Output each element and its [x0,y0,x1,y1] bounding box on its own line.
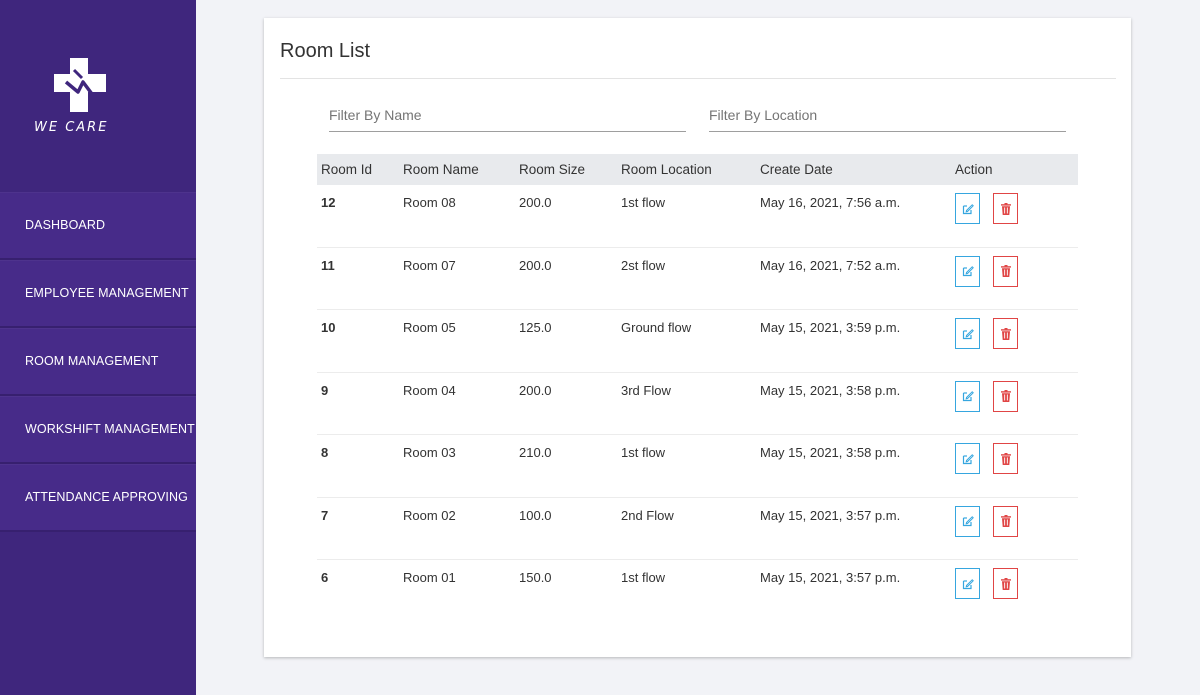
header-room-size: Room Size [519,162,586,177]
cell-room-id: 10 [321,320,336,335]
cell-room-size: 200.0 [519,382,552,398]
cell-room-size: 200.0 [519,257,552,273]
title-divider [280,78,1116,79]
cell-room-name: Room 08 [403,195,456,210]
filter-by-location-input[interactable] [709,104,1066,132]
room-list-card: Room List Room Id Room Name Room Size Ro… [264,18,1131,657]
table-row: 7 Room 02 100.0 2nd Flow May 15, 2021, 3… [317,498,1078,560]
header-action: Action [955,162,993,177]
table-row: 11 Room 07 200.0 2st flow May 16, 2021, … [317,248,1078,310]
table-row: 10 Room 05 125.0 Ground flow May 15, 202… [317,310,1078,373]
room-table: Room Id Room Name Room Size Room Locatio… [317,154,1078,623]
sidebar-item-dashboard[interactable]: DASHBOARD [0,192,196,260]
edit-icon [962,516,974,527]
cell-room-location: Ground flow [621,320,692,335]
cell-room-id: 7 [321,507,329,523]
cell-room-size: 210.0 [519,445,552,460]
edit-button[interactable] [955,568,980,599]
table-row: 6 Room 01 150.0 1st flow May 15, 2021, 3… [317,560,1078,623]
cell-room-id: 9 [321,382,329,398]
cell-room-id: 12 [321,195,336,210]
brand-name: WE CARE [34,120,109,135]
trash-icon [1000,202,1011,215]
cell-room-location: 1st flow [621,445,666,460]
sidebar-item-label: DASHBOARD [25,218,106,232]
delete-button[interactable] [993,255,1018,287]
sidebar-item-room-management[interactable]: ROOM MANAGEMENT [0,328,196,396]
table-row: 12 Room 08 200.0 1st flow May 16, 2021, … [317,185,1078,248]
edit-button[interactable] [955,505,980,537]
cell-create-date: May 16, 2021, 7:56 a.m. [760,195,901,210]
table-row: 8 Room 03 210.0 1st flow May 15, 2021, 3… [317,435,1078,498]
header-room-name: Room Name [403,162,479,177]
table-body: 12 Room 08 200.0 1st flow May 16, 2021, … [317,185,1078,623]
cell-room-size: 100.0 [519,507,552,523]
page-title: Room List [280,40,371,62]
edit-icon [962,266,974,277]
cell-room-name: Room 04 [403,382,456,398]
cell-room-location: 1st flow [621,570,666,585]
cell-room-location: 2st flow [621,257,666,273]
trash-icon [1000,577,1011,590]
edit-button[interactable] [955,443,980,474]
sidebar-item-workshift-management[interactable]: WORKSHIFT MANAGEMENT [0,396,196,464]
edit-icon [962,453,974,464]
sidebar-item-label: ATTENDANCE APPROVING [25,490,188,504]
delete-button[interactable] [993,443,1018,474]
header-room-location: Room Location [621,162,712,177]
delete-button[interactable] [993,193,1018,224]
cell-room-location: 1st flow [621,195,666,210]
cell-room-location: 2nd Flow [621,507,674,523]
delete-button[interactable] [993,505,1018,537]
sidebar-item-employee-management[interactable]: EMPLOYEE MANAGEMENT [0,260,196,328]
trash-icon [1000,452,1011,465]
cell-room-name: Room 05 [403,320,456,335]
cell-room-id: 11 [321,257,335,273]
cell-room-size: 150.0 [519,570,552,585]
edit-icon [962,203,974,214]
cell-room-location: 3rd Flow [621,382,671,398]
cell-room-id: 8 [321,445,329,460]
sidebar: WE CARE DASHBOARD EMPLOYEE MANAGEMENT RO… [0,0,196,695]
cell-create-date: May 16, 2021, 7:52 a.m. [760,257,901,273]
cell-room-size: 125.0 [519,320,552,335]
trash-icon [1000,390,1011,402]
edit-button[interactable] [955,193,980,224]
edit-icon [962,578,974,589]
sidebar-item-label: WORKSHIFT MANAGEMENT [25,422,195,436]
table-row: 9 Room 04 200.0 3rd Flow May 15, 2021, 3… [317,373,1078,435]
cell-create-date: May 15, 2021, 3:57 p.m. [760,507,901,523]
cell-room-name: Room 03 [403,445,456,460]
edit-icon [962,391,974,402]
sidebar-nav: DASHBOARD EMPLOYEE MANAGEMENT ROOM MANAG… [0,192,196,532]
cell-create-date: May 15, 2021, 3:58 p.m. [760,382,901,398]
brand-logo[interactable]: WE CARE [0,0,196,192]
edit-button[interactable] [955,380,980,412]
edit-button[interactable] [955,255,980,287]
filter-by-name-input[interactable] [329,104,686,132]
cell-room-name: Room 01 [403,570,456,585]
edit-icon [962,328,974,339]
cell-create-date: May 15, 2021, 3:59 p.m. [760,320,901,335]
delete-button[interactable] [993,380,1018,412]
delete-button[interactable] [993,568,1018,599]
cell-room-id: 6 [321,570,329,585]
medical-cross-logo-icon [54,58,106,112]
sidebar-item-label: EMPLOYEE MANAGEMENT [25,286,189,300]
header-create-date: Create Date [760,162,833,177]
sidebar-item-label: ROOM MANAGEMENT [25,354,159,368]
sidebar-item-attendance-approving[interactable]: ATTENDANCE APPROVING [0,464,196,532]
cell-room-size: 200.0 [519,195,552,210]
table-header-row: Room Id Room Name Room Size Room Locatio… [317,154,1078,185]
delete-button[interactable] [993,318,1018,349]
cell-room-name: Room 07 [403,257,456,273]
trash-icon [1000,515,1011,527]
edit-button[interactable] [955,318,980,349]
trash-icon [1000,265,1011,277]
cell-create-date: May 15, 2021, 3:58 p.m. [760,445,901,460]
cell-create-date: May 15, 2021, 3:57 p.m. [760,570,901,585]
header-room-id: Room Id [321,162,373,177]
trash-icon [1000,327,1011,340]
cell-room-name: Room 02 [403,507,456,523]
